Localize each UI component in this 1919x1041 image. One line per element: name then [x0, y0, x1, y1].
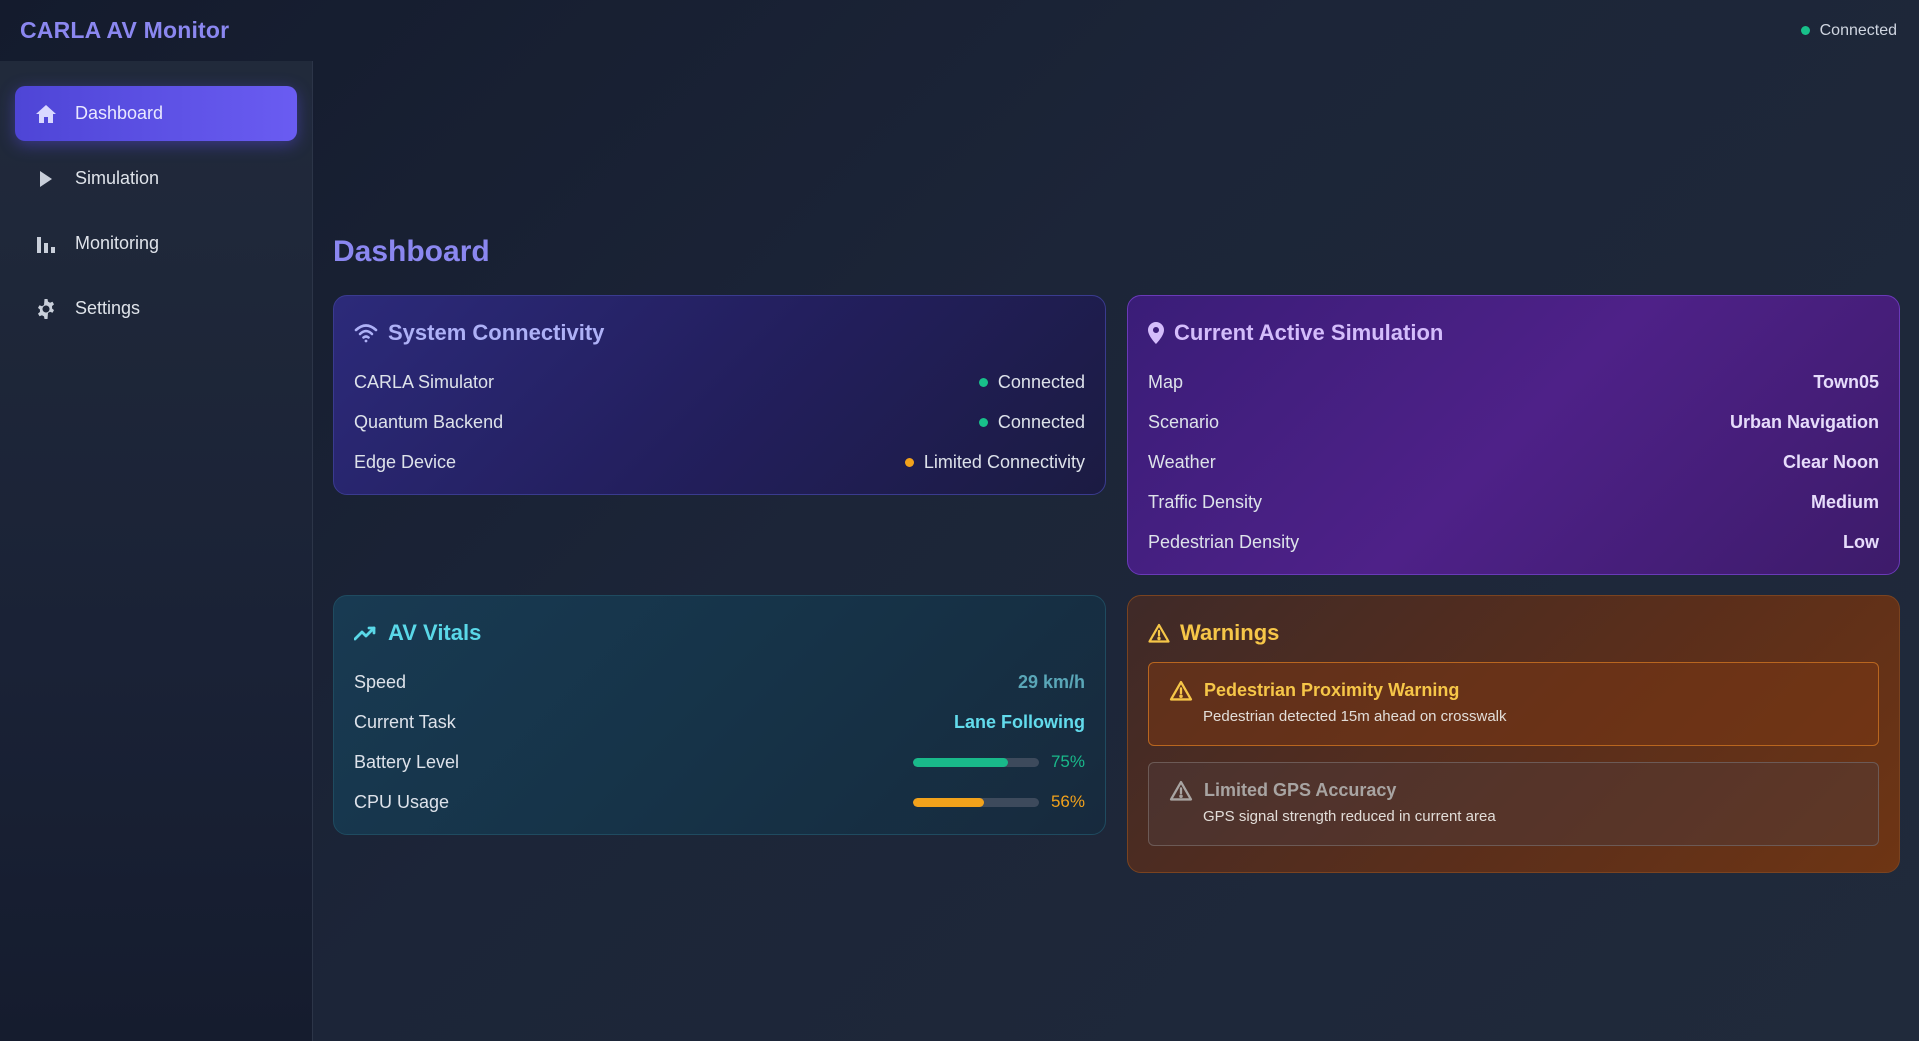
warning-message: GPS signal strength reduced in current a…: [1203, 808, 1496, 825]
cpu-progress-bar: [913, 797, 1039, 807]
sidebar-item-simulation[interactable]: Simulation: [15, 151, 297, 206]
cpu-progress-fill: [913, 797, 984, 807]
sidebar-item-label: Simulation: [75, 168, 160, 188]
connectivity-row-edge: Edge Device Limited Connectivity: [354, 451, 1085, 472]
cpu-percent: 56%: [1050, 792, 1085, 811]
sidebar-item-dashboard[interactable]: Dashboard: [15, 86, 297, 141]
top-header: CARLA AV Monitor Connected: [0, 0, 1919, 61]
sidebar-item-monitoring[interactable]: Monitoring: [15, 216, 297, 271]
connectivity-row-quantum: Quantum Backend Connected: [354, 411, 1085, 432]
app-title: CARLA AV Monitor: [20, 17, 230, 43]
gear-icon: [35, 298, 57, 320]
task-value: Lane Following: [954, 711, 1085, 732]
system-connectivity-card: System Connectivity CARLA Simulator Conn…: [333, 295, 1106, 495]
current-simulation-card: Current Active Simulation Map Town05 Sce…: [1127, 295, 1900, 575]
battery-progress-fill: [913, 757, 1008, 767]
card-title: Warnings: [1148, 620, 1879, 646]
simulation-row-pedestrian: Pedestrian Density Low: [1148, 531, 1879, 552]
trend-line-icon: [354, 625, 378, 641]
status-dot: [978, 377, 988, 387]
vitals-row-task: Current Task Lane Following: [354, 711, 1085, 732]
status-dot: [1800, 26, 1810, 35]
sidebar-item-label: Monitoring: [75, 233, 160, 253]
simulation-row-traffic: Traffic Density Medium: [1148, 491, 1879, 512]
sidebar-item-settings[interactable]: Settings: [15, 281, 297, 336]
speed-value: 29 km/h: [1017, 671, 1085, 692]
warning-triangle-icon: [1148, 623, 1170, 643]
simulation-row-weather: Weather Clear Noon: [1148, 451, 1879, 472]
warnings-card: Warnings Pedestrian Proximity Warning Pe…: [1127, 595, 1900, 873]
warning-item[interactable]: Pedestrian Proximity Warning Pedestrian …: [1148, 662, 1879, 746]
av-vitals-card: AV Vitals Speed 29 km/h Current Task Lan…: [333, 595, 1106, 835]
sidebar-item-label: Settings: [75, 298, 141, 318]
page-title: Dashboard: [333, 235, 490, 268]
connection-status-label: Connected: [1819, 21, 1897, 39]
simulation-row-map: Map Town05: [1148, 371, 1879, 392]
card-title: AV Vitals: [354, 620, 1085, 646]
warning-triangle-icon: [1169, 680, 1193, 701]
vitals-row-speed: Speed 29 km/h: [354, 671, 1085, 692]
vitals-row-cpu: CPU Usage 56%: [354, 791, 1085, 812]
warning-item[interactable]: Limited GPS Accuracy GPS signal strength…: [1148, 762, 1879, 846]
bar-chart-icon: [35, 233, 57, 255]
sidebar-item-label: Dashboard: [75, 103, 164, 123]
simulation-row-scenario: Scenario Urban Navigation: [1148, 411, 1879, 432]
home-icon: [35, 103, 57, 125]
vitals-row-battery: Battery Level 75%: [354, 751, 1085, 772]
warning-title: Pedestrian Proximity Warning: [1204, 680, 1460, 700]
battery-percent: 75%: [1050, 752, 1085, 771]
card-title: Current Active Simulation: [1148, 320, 1879, 346]
status-dot: [904, 457, 914, 467]
wifi-icon: [354, 323, 378, 343]
warning-triangle-icon: [1169, 780, 1193, 801]
warning-title: Limited GPS Accuracy: [1204, 780, 1397, 800]
map-pin-icon: [1148, 322, 1164, 344]
connectivity-row-carla: CARLA Simulator Connected: [354, 371, 1085, 392]
play-icon: [35, 168, 57, 190]
status-dot: [978, 417, 988, 427]
sidebar: Dashboard Simulation Monitoring Settings: [0, 61, 313, 1041]
connection-status: Connected: [1800, 21, 1897, 40]
warning-message: Pedestrian detected 15m ahead on crosswa…: [1203, 708, 1507, 725]
card-title: System Connectivity: [354, 320, 1085, 346]
battery-progress-bar: [913, 757, 1039, 767]
